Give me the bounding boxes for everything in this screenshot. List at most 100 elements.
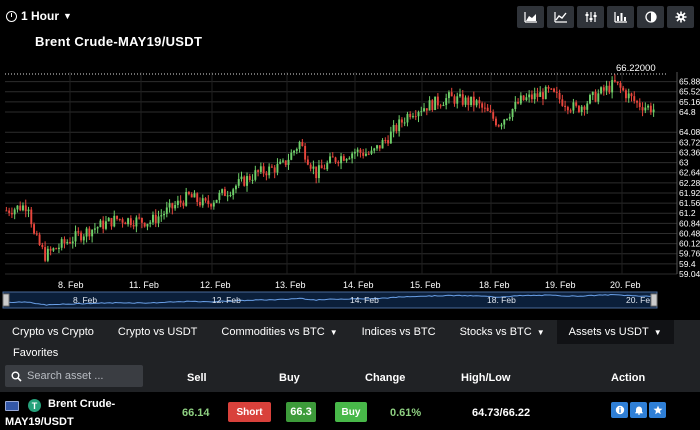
candle [555, 91, 558, 93]
search-icon [11, 371, 22, 382]
settings-gear-icon [675, 11, 686, 23]
candle [373, 148, 376, 151]
navigator-tick-label: 18. Feb [487, 295, 516, 305]
indicators-button[interactable] [577, 6, 604, 28]
caret-down-icon: ▼ [653, 327, 662, 337]
candle [19, 205, 22, 211]
candle [613, 80, 616, 82]
candle [254, 170, 257, 180]
theme-toggle-button[interactable] [637, 6, 664, 28]
candle [611, 80, 614, 93]
line-chart-button[interactable] [547, 6, 574, 28]
candle [459, 94, 461, 97]
candle [453, 96, 456, 104]
candle [293, 150, 296, 153]
tab-assets-vs-usdt[interactable]: Assets vs USDT ▼ [556, 320, 674, 344]
settings-button[interactable] [667, 6, 694, 28]
candle [55, 248, 58, 250]
candle [315, 166, 318, 179]
candle [600, 87, 603, 94]
area-chart-button[interactable] [517, 6, 544, 28]
candle [27, 209, 30, 212]
candle [49, 248, 52, 251]
timeframe-dropdown[interactable]: 1 Hour ▼ [2, 4, 80, 28]
favorites-bar: Favorites [0, 344, 700, 364]
candle [636, 100, 638, 103]
change-percent: 0.61% [390, 407, 422, 419]
navigator-right-handle[interactable] [650, 293, 658, 307]
candle [392, 125, 395, 132]
chart-tools [517, 6, 694, 28]
favorites-tab[interactable]: Favorites [13, 347, 58, 359]
price-chart[interactable]: 65.8865.5265.1664.8 64.0863.7263.366362.6… [0, 58, 700, 310]
candle [447, 92, 450, 99]
candle [16, 205, 19, 210]
candle [428, 100, 431, 111]
tab-indices-vs-btc[interactable]: Indices vs BTC [350, 320, 448, 344]
candle [129, 218, 132, 225]
candle [270, 166, 273, 168]
table-row[interactable]: T Brent Crude- MAY19/USDT 66.14 Short 66… [0, 392, 700, 430]
candle [644, 107, 647, 111]
candle [630, 93, 633, 97]
candle [152, 214, 154, 223]
candle [472, 96, 475, 106]
candle [591, 91, 594, 96]
y-tick-label: 59.76 [679, 249, 700, 259]
favorite-button[interactable] [649, 402, 666, 418]
candle [528, 94, 531, 98]
candle [69, 241, 71, 244]
candle [486, 107, 489, 111]
candle [93, 228, 96, 230]
search-input[interactable] [27, 370, 137, 382]
candle [223, 189, 226, 196]
candle [461, 94, 464, 105]
info-icon [615, 405, 624, 415]
bar-chart-button[interactable] [607, 6, 634, 28]
candle [564, 105, 567, 108]
candle [268, 166, 271, 176]
short-button[interactable]: Short [228, 402, 271, 422]
candle [530, 94, 533, 100]
candle [403, 122, 406, 124]
candle [624, 90, 627, 99]
candle [171, 203, 174, 209]
candle [376, 145, 378, 149]
line-chart-icon [553, 12, 567, 23]
candle [149, 222, 152, 224]
candle [420, 111, 423, 113]
candle [342, 156, 345, 161]
candle [306, 159, 309, 165]
tab-crypto-vs-usdt[interactable]: Crypto vs USDT [106, 320, 209, 344]
candle [475, 100, 478, 106]
buy-button[interactable]: Buy [335, 402, 367, 422]
tab-crypto-vs-crypto[interactable]: Crypto vs Crypto [0, 320, 106, 344]
candle [104, 221, 107, 229]
y-tick-label: 65.88 [679, 77, 700, 87]
navigator-left-handle[interactable] [2, 293, 10, 307]
candle [572, 102, 575, 111]
chart-toolbar: 1 Hour ▼ [0, 0, 700, 32]
candle [154, 214, 157, 223]
y-tick-label: 61.56 [679, 198, 700, 208]
candle [627, 93, 630, 99]
col-action: Action [611, 372, 646, 384]
candle [434, 96, 437, 111]
candle [544, 86, 547, 100]
search-box[interactable] [5, 365, 143, 387]
candle [575, 102, 578, 106]
alert-button[interactable] [630, 402, 647, 418]
candle [500, 124, 503, 127]
candle [44, 247, 47, 261]
info-button[interactable] [611, 402, 628, 418]
candle [312, 166, 315, 169]
candle [63, 239, 66, 244]
tab-commodities-vs-btc[interactable]: Commodities vs BTC ▼ [209, 320, 349, 344]
candle [583, 106, 586, 110]
candle [326, 162, 329, 170]
candle [190, 194, 193, 198]
tab-stocks-vs-btc[interactable]: Stocks vs BTC ▼ [448, 320, 557, 344]
candle [652, 109, 655, 113]
candle [71, 241, 74, 244]
candle [301, 142, 304, 147]
